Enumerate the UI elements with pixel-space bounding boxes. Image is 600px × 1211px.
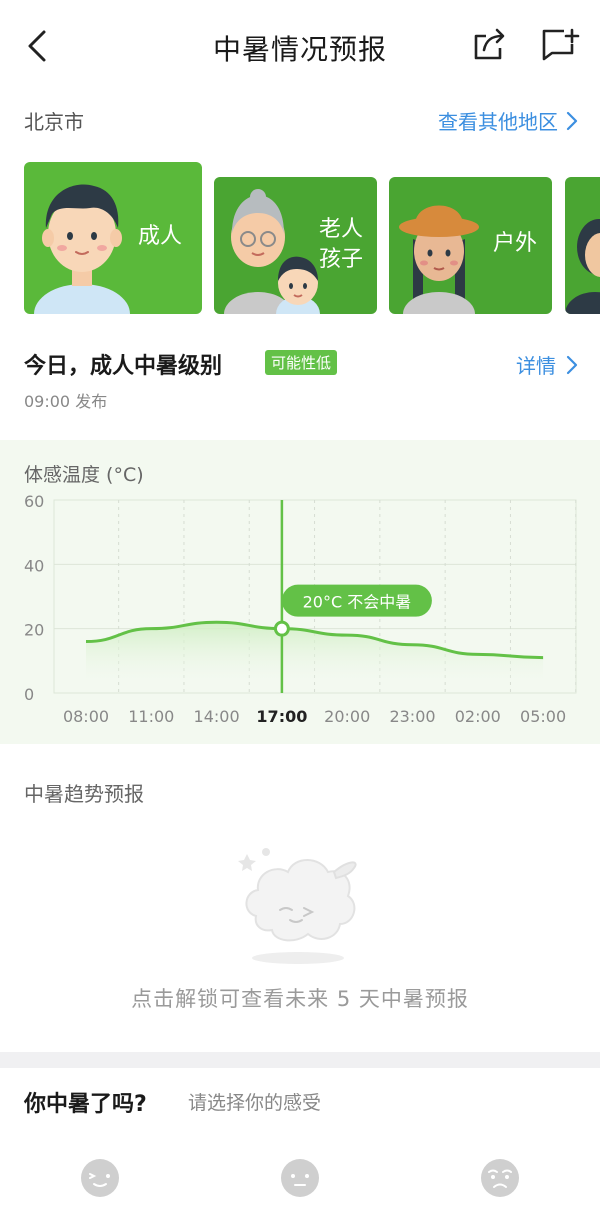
x-tick-label: 08:00 bbox=[63, 707, 109, 726]
current-region: 北京市 bbox=[24, 110, 84, 134]
group-card-more[interactable] bbox=[565, 177, 600, 314]
x-tick-label: 02:00 bbox=[455, 707, 501, 726]
group-label-child: 孩子 bbox=[319, 247, 364, 272]
x-tick-label: 17:00 bbox=[256, 707, 307, 726]
feeling-neutral-face-icon[interactable] bbox=[280, 1158, 320, 1198]
feeling-happy-face-icon[interactable] bbox=[80, 1158, 120, 1198]
highlight-tooltip-text: 20°C 不会中暑 bbox=[303, 593, 412, 612]
share-icon[interactable] bbox=[472, 26, 508, 64]
adult-avatar-icon bbox=[34, 184, 130, 314]
page-title: 中暑情况预报 bbox=[212, 33, 387, 66]
group-label-elderly: 老人 bbox=[319, 217, 364, 242]
risk-level-badge: 可能性低 bbox=[265, 350, 338, 375]
x-tick-label: 20:00 bbox=[324, 707, 370, 726]
group-label-adult: 成人 bbox=[138, 224, 183, 249]
elderly-child-avatar-icon bbox=[224, 189, 320, 314]
nav-bar: 中暑情况预报 bbox=[0, 0, 600, 92]
y-tick-label: 0 bbox=[24, 685, 34, 704]
publish-time: 09:00 发布 bbox=[24, 392, 108, 411]
chevron-right-icon bbox=[566, 111, 578, 130]
y-tick-label: 40 bbox=[24, 556, 44, 575]
detail-link[interactable]: 详情 bbox=[516, 350, 578, 379]
add-bookmark-icon[interactable] bbox=[540, 26, 580, 64]
outdoor-avatar-icon bbox=[399, 205, 479, 314]
feeling-dizzy-face-icon[interactable] bbox=[480, 1158, 520, 1198]
feel-temperature-chart: 体感温度 (°C) 0 20 40 60 20°C 不会中暑 08:00 11:00 14:0… bbox=[0, 440, 600, 744]
detail-label: 详情 bbox=[516, 354, 556, 378]
group-card-elderly-child[interactable]: 老人 孩子 bbox=[214, 177, 377, 314]
x-tick-label: 11:00 bbox=[128, 707, 174, 726]
locked-illustration-icon[interactable] bbox=[236, 846, 366, 966]
y-tick-label: 20 bbox=[24, 621, 44, 640]
today-level-title: 今日，成人中暑级别 bbox=[24, 354, 223, 379]
chevron-right-icon bbox=[566, 355, 578, 374]
unlock-forecast-prompt[interactable]: 点击解锁可查看未来 5 天中暑预报 bbox=[0, 983, 600, 1013]
feeling-question-title: 你中暑了吗? bbox=[24, 1092, 147, 1117]
section-divider bbox=[0, 1052, 600, 1068]
group-label-outdoor: 户外 bbox=[493, 231, 538, 256]
highlight-point bbox=[273, 620, 290, 637]
group-card-outdoor[interactable]: 户外 bbox=[389, 177, 552, 314]
x-tick-label: 05:00 bbox=[520, 707, 566, 726]
group-card-list: 成人 老人 孩子 户外 bbox=[24, 162, 600, 314]
chart-canvas[interactable]: 0 20 40 60 20°C 不会中暑 08:00 11:00 14:00 17:00 20:0… bbox=[0, 440, 600, 744]
group-card-adult[interactable]: 成人 bbox=[24, 162, 202, 314]
x-tick-label: 14:00 bbox=[194, 707, 240, 726]
x-tick-label: 23:00 bbox=[389, 707, 435, 726]
feeling-hint: 请选择你的感受 bbox=[188, 1092, 322, 1114]
trend-section-title: 中暑趋势预报 bbox=[24, 782, 144, 806]
more-avatar-icon bbox=[565, 219, 600, 314]
other-region-label: 查看其他地区 bbox=[438, 110, 558, 134]
other-region-link[interactable]: 查看其他地区 bbox=[438, 106, 578, 135]
y-tick-label: 60 bbox=[24, 492, 44, 511]
